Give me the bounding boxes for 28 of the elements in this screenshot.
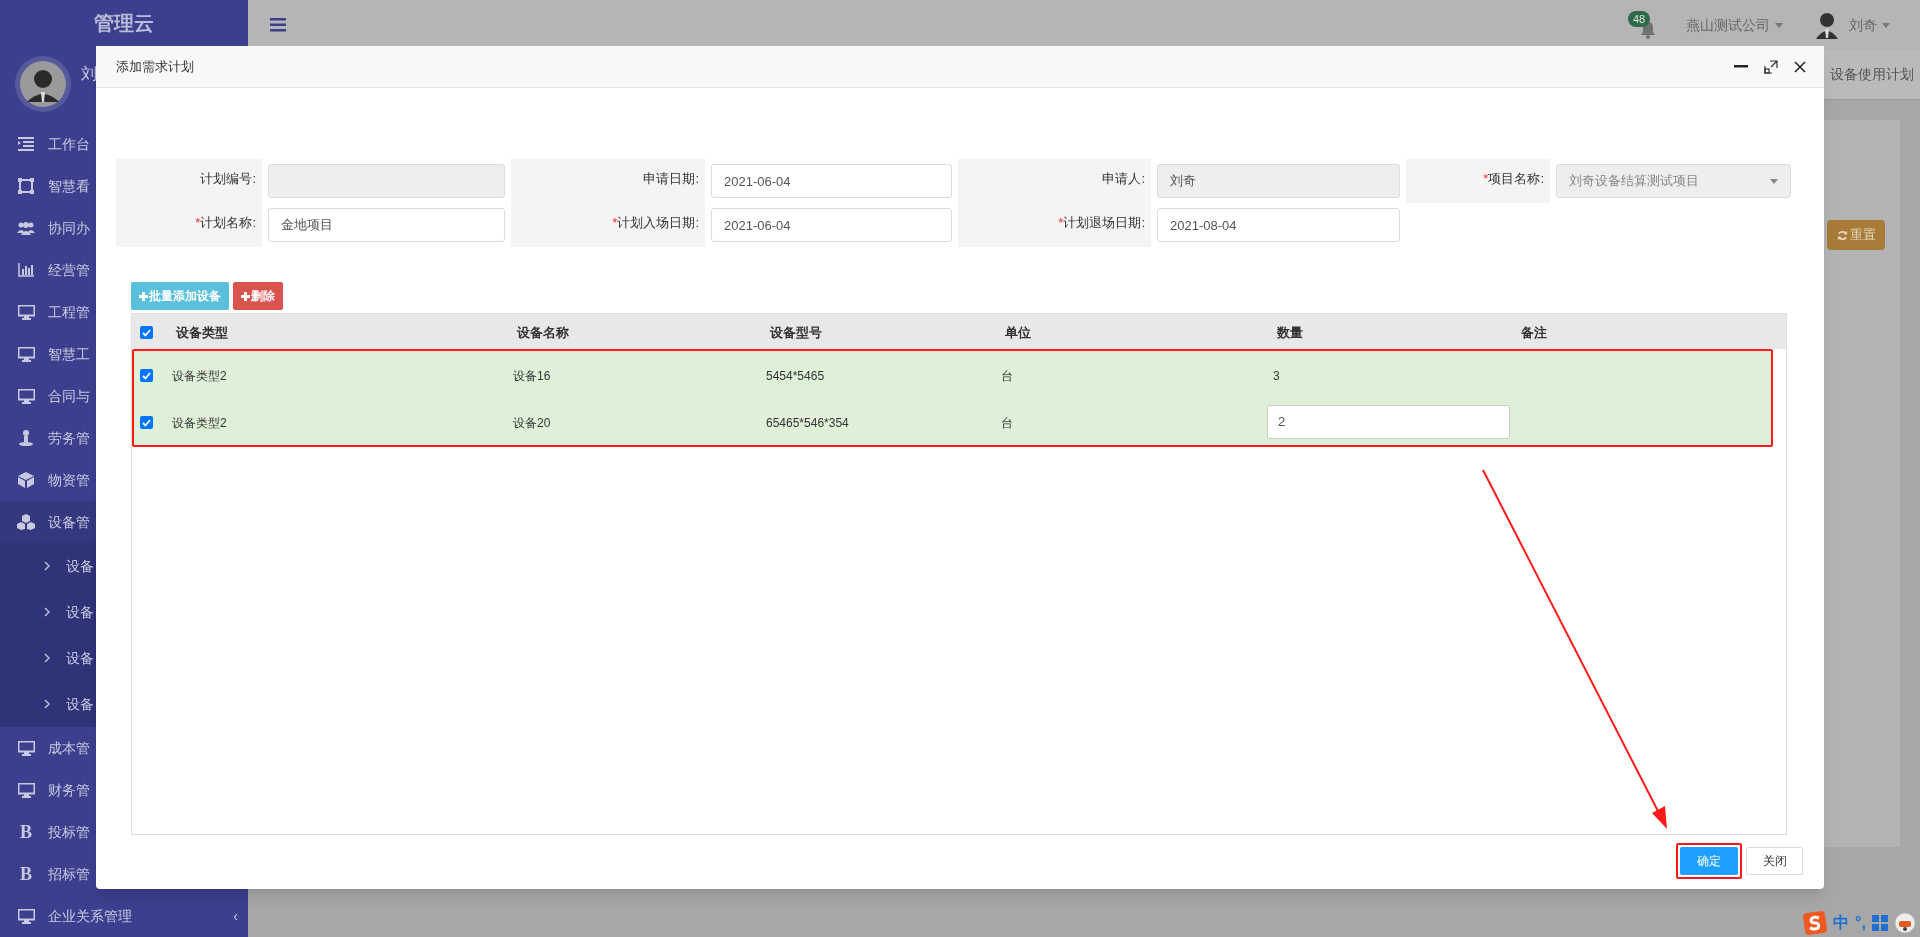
field-label: 计划编号:	[200, 170, 256, 188]
sidebar-glyph: B	[20, 862, 32, 886]
app-logo: 管理云	[94, 10, 154, 36]
table-cell: 台	[1001, 368, 1013, 383]
field-label: 申请人:	[1102, 170, 1145, 188]
table-cell: 设备16	[513, 368, 551, 383]
table-cell: 设备类型2	[172, 415, 227, 430]
column-header: 单位	[1005, 324, 1031, 340]
table-cell: 5454*5465	[766, 368, 825, 383]
field-label: 申请日期:	[643, 170, 699, 188]
field-label: *计划退场日期:	[1058, 214, 1145, 232]
field-label: *项目名称:	[1483, 170, 1544, 188]
notification-badge: 48	[1628, 11, 1651, 27]
table-cell: 设备20	[513, 415, 551, 430]
field-label: *计划入场日期:	[612, 214, 699, 232]
sidebar-glyph: B	[20, 820, 32, 844]
column-header: 设备类型	[176, 324, 228, 340]
column-header: 设备型号	[770, 324, 822, 340]
column-header: 数量	[1277, 324, 1303, 340]
table-cell: 3	[1273, 368, 1280, 383]
column-header: 备注	[1521, 324, 1547, 340]
user-name: 刘	[81, 64, 97, 85]
field-label: *计划名称:	[195, 214, 256, 232]
table-cell: 台	[1001, 415, 1013, 430]
table-cell: 65465*546*354	[766, 415, 849, 430]
table-cell: 设备类型2	[172, 368, 227, 383]
dialog-title: 添加需求计划	[116, 57, 194, 76]
column-header: 设备名称	[517, 324, 569, 340]
